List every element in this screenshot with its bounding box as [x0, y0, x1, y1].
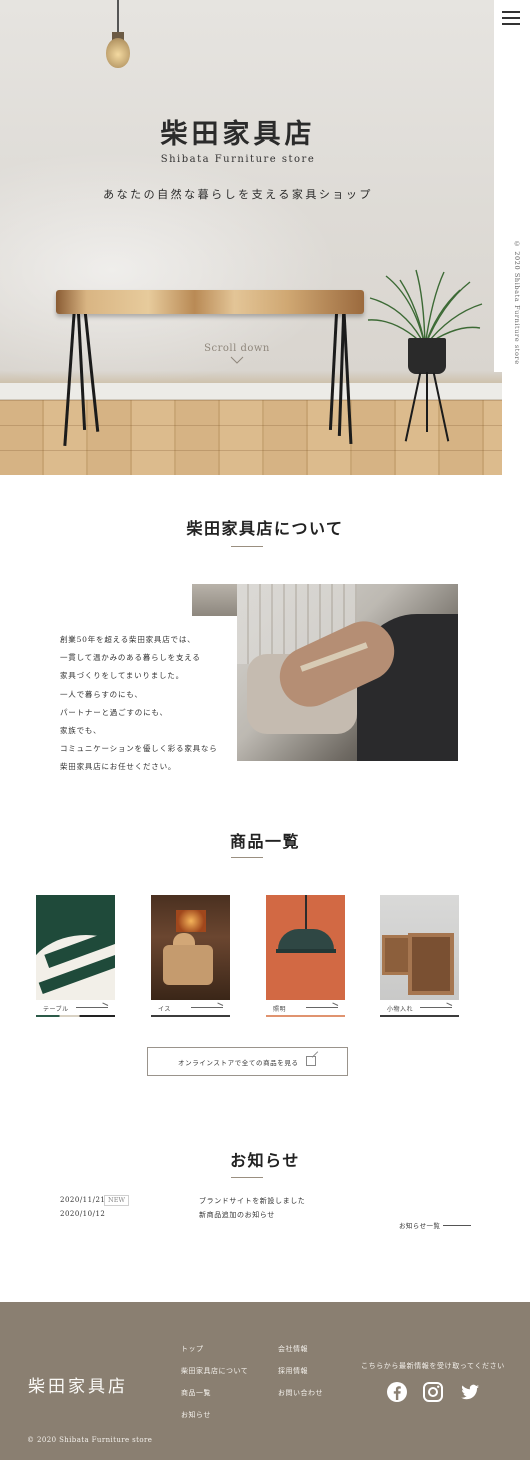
plant-stand-leg [426, 372, 428, 432]
about-line: 家族でも、 [60, 726, 102, 736]
arrow-right-icon [332, 1002, 339, 1006]
live-edge-table-top [56, 290, 364, 314]
hero-section: 柴田家具店 Shibata Furniture store あなたの自然な暮らし… [0, 0, 502, 475]
footer-link-about[interactable]: 柴田家具店について [181, 1366, 248, 1376]
about-text: 創業50年を超える柴田家具店では、 一貫して温かみのある暮らしを支える 家具づく… [60, 631, 235, 777]
product-card-lighting[interactable]: 照明 [266, 895, 345, 1017]
external-link-icon [306, 1056, 316, 1066]
product-underline [380, 1015, 459, 1017]
product-card-storage[interactable]: 小物入れ [380, 895, 459, 1017]
lamp-shade [278, 929, 334, 951]
new-badge: NEW [104, 1195, 130, 1206]
twitter-icon[interactable] [459, 1381, 481, 1403]
chair-seat [163, 945, 213, 985]
about-title-rule [231, 546, 263, 547]
product-underline [151, 1015, 230, 1017]
product-card-table[interactable]: テーブル [36, 895, 115, 1017]
online-store-button[interactable]: オンラインストアで全ての商品を見る [147, 1047, 348, 1076]
light-bulb-icon [106, 38, 130, 68]
wooden-box-large [408, 933, 454, 995]
arrow-right-icon [217, 1002, 224, 1006]
product-underline [266, 1015, 345, 1017]
instagram-icon[interactable] [422, 1381, 444, 1403]
news-title-text: ブランドサイトを新設しました [199, 1197, 306, 1205]
about-line: 創業50年を超える柴田家具店では、 [60, 635, 196, 644]
footer-link-contact[interactable]: お問い合わせ [278, 1388, 323, 1398]
hamburger-icon [502, 11, 520, 13]
about-line: 一貫して温かみのある暮らしを支える [60, 653, 201, 663]
arrow-right-icon [191, 1007, 223, 1008]
news-list-label: お知らせ一覧 [399, 1222, 441, 1230]
news-date: 2020/11/21 [60, 1196, 106, 1204]
chevron-down-icon[interactable] [230, 355, 244, 365]
plant-pot [408, 338, 446, 374]
arrow-right-icon [102, 1002, 109, 1006]
plant-leaves [367, 269, 483, 347]
about-line: パートナーと過ごすのにも、 [60, 707, 168, 717]
product-underline [36, 1015, 115, 1017]
products-title: 商品一覧 [229, 832, 300, 851]
about-line: 家具づくりをしてまいりました。 [60, 671, 184, 681]
lamp-rim [276, 949, 336, 953]
arrow-right-icon [446, 1002, 453, 1006]
hero-tagline: あなたの自然な暮らしを支える家具ショップ [103, 188, 373, 201]
footer-copyright: © 2020 Shibata Furniture store [27, 1436, 153, 1444]
footer: 柴田家具店 トップ 柴田家具店について 商品一覧 お知らせ 会社情報 採用情報 … [0, 1302, 530, 1460]
about-line: 一人で暮らすのにも、 [60, 689, 143, 699]
news-date: 2020/10/12 [60, 1210, 106, 1218]
hero-title: 柴田家具店 [160, 119, 316, 150]
product-label: テーブル [43, 1006, 69, 1013]
footer-link-products[interactable]: 商品一覧 [181, 1388, 211, 1398]
hamburger-icon [502, 17, 520, 19]
chair-product-image [151, 895, 230, 1000]
product-label: 照明 [273, 1006, 287, 1013]
hamburger-icon [502, 23, 520, 25]
online-store-label: オンラインストアで全ての商品を見る [178, 1059, 299, 1067]
about-title: 柴田家具店について [186, 519, 344, 538]
hero-subtitle: Shibata Furniture store [160, 154, 316, 165]
news-item[interactable]: 2020/11/21 NEW ブランドサイトを新設しました [60, 1195, 480, 1208]
news-title-text: 新商品追加のお知らせ [199, 1211, 275, 1219]
box-product-image [380, 895, 459, 1000]
news-title-rule [231, 1177, 263, 1178]
menu-button[interactable] [500, 8, 524, 26]
scroll-down-label[interactable]: Scroll down [196, 343, 278, 354]
product-card-chair[interactable]: イス [151, 895, 230, 1017]
footer-link-top[interactable]: トップ [181, 1344, 204, 1354]
arrow-right-icon [420, 1007, 452, 1008]
about-line: コミュニケーションを優しく彩る家具なら [60, 744, 218, 754]
news-title: お知らせ [230, 1151, 300, 1170]
news-list-link[interactable]: お知らせ一覧 [399, 1220, 479, 1232]
table-product-image [36, 895, 115, 1000]
lamp-product-image [266, 895, 345, 1000]
arrow-right-icon [76, 1007, 108, 1008]
footer-logo[interactable]: 柴田家具店 [28, 1372, 128, 1397]
lamp-cord [305, 895, 307, 929]
products-title-rule [231, 857, 263, 858]
product-label: イス [158, 1006, 171, 1013]
table-stripe [38, 951, 115, 995]
fireplace [176, 910, 206, 932]
facebook-icon[interactable] [386, 1381, 408, 1403]
product-label: 小物入れ [387, 1006, 414, 1013]
craftsman-photo [237, 584, 458, 761]
about-line: 柴田家具店にお任せください。 [60, 762, 177, 772]
footer-note: こちらから最新情報を受け取ってください [361, 1362, 505, 1370]
side-copyright: © 2020 Shibata Furniture store [513, 240, 521, 365]
footer-link-recruit[interactable]: 採用情報 [278, 1366, 308, 1376]
arrow-right-icon [443, 1225, 471, 1226]
footer-link-news[interactable]: お知らせ [181, 1410, 211, 1420]
footer-link-company[interactable]: 会社情報 [278, 1344, 308, 1354]
arrow-right-icon [306, 1007, 338, 1008]
